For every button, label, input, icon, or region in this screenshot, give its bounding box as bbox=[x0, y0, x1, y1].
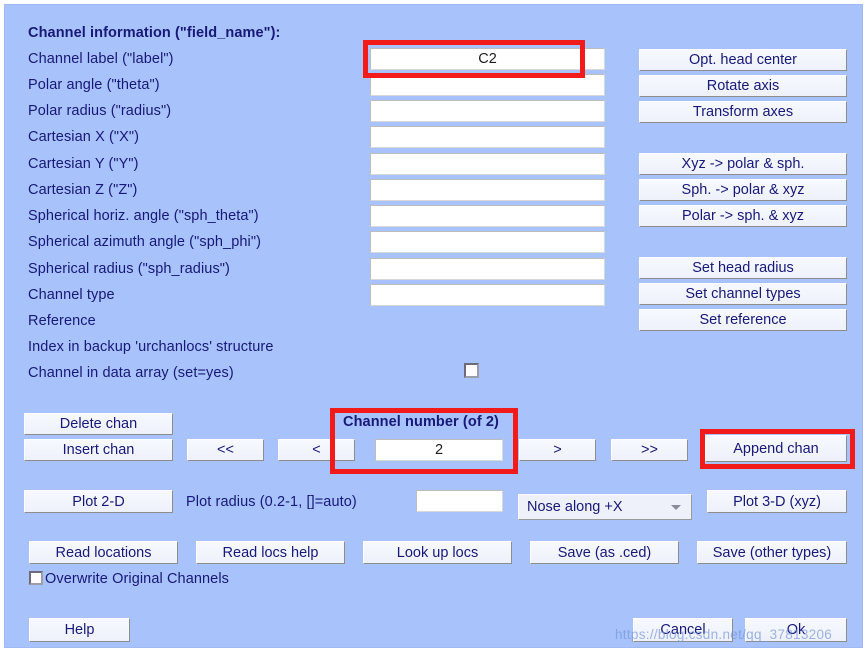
label-overwrite-original-channels: Overwrite Original Channels bbox=[45, 571, 230, 587]
channel-edit-dialog: Channel information ("field_name"): Chan… bbox=[4, 4, 863, 648]
input-channel-number[interactable]: 2 bbox=[375, 439, 503, 461]
input-sph-radius[interactable] bbox=[370, 258, 605, 280]
input-polar-angle[interactable] bbox=[370, 74, 605, 96]
button-help[interactable]: Help bbox=[29, 618, 130, 642]
label-cartesian-x: Cartesian X ("X") bbox=[28, 129, 140, 145]
input-cartesian-y[interactable] bbox=[370, 153, 605, 175]
input-channel-label[interactable]: C2 bbox=[370, 48, 605, 70]
label-sph-phi: Spherical azimuth angle ("sph_phi") bbox=[28, 234, 262, 250]
label-reference: Reference bbox=[28, 313, 96, 329]
watermark: https://blog.csdn.net/qq_37813206 bbox=[615, 627, 833, 642]
button-rotate-axis[interactable]: Rotate axis bbox=[639, 75, 847, 97]
checkbox-channel-in-data-array[interactable] bbox=[464, 363, 479, 378]
button-plot-3d[interactable]: Plot 3-D (xyz) bbox=[707, 490, 847, 513]
select-nose-direction-value: Nose along +X bbox=[527, 499, 623, 515]
button-first-chan[interactable]: << bbox=[187, 439, 264, 461]
button-polar-to-sph-xyz[interactable]: Polar -> sph. & xyz bbox=[639, 205, 847, 227]
input-cartesian-z[interactable] bbox=[370, 179, 605, 201]
button-set-head-radius[interactable]: Set head radius bbox=[639, 257, 847, 279]
input-sph-phi[interactable] bbox=[370, 231, 605, 253]
label-plot-radius: Plot radius (0.2-1, []=auto) bbox=[186, 494, 357, 510]
label-channel-in-data-array: Channel in data array (set=yes) bbox=[28, 365, 234, 381]
button-sph-to-polar-xyz[interactable]: Sph. -> polar & xyz bbox=[639, 179, 847, 201]
checkbox-overwrite-original-channels[interactable] bbox=[29, 571, 43, 585]
input-channel-type[interactable] bbox=[370, 284, 605, 306]
button-prev-chan[interactable]: < bbox=[278, 439, 355, 461]
button-read-locs-help[interactable]: Read locs help bbox=[196, 541, 345, 564]
label-channel-label: Channel label ("label") bbox=[28, 51, 174, 67]
input-polar-radius[interactable] bbox=[370, 100, 605, 122]
button-transform-axes[interactable]: Transform axes bbox=[639, 101, 847, 123]
input-plot-radius[interactable] bbox=[416, 490, 503, 512]
section-title: Channel information ("field_name"): bbox=[28, 25, 281, 41]
button-insert-chan[interactable]: Insert chan bbox=[24, 439, 173, 461]
button-set-reference[interactable]: Set reference bbox=[639, 309, 847, 331]
button-append-chan[interactable]: Append chan bbox=[705, 435, 847, 462]
button-opt-head-center[interactable]: Opt. head center bbox=[639, 49, 847, 71]
button-xyz-to-polar-sph[interactable]: Xyz -> polar & sph. bbox=[639, 153, 847, 175]
button-look-up-locs[interactable]: Look up locs bbox=[363, 541, 512, 564]
label-channel-type: Channel type bbox=[28, 287, 115, 303]
label-sph-radius: Spherical radius ("sph_radius") bbox=[28, 261, 230, 277]
button-read-locations[interactable]: Read locations bbox=[29, 541, 178, 564]
label-polar-angle: Polar angle ("theta") bbox=[28, 77, 160, 93]
button-plot-2d[interactable]: Plot 2-D bbox=[24, 490, 173, 513]
button-save-other-types[interactable]: Save (other types) bbox=[697, 541, 847, 564]
label-cartesian-z: Cartesian Z ("Z") bbox=[28, 182, 138, 198]
label-cartesian-y: Cartesian Y ("Y") bbox=[28, 156, 139, 172]
channel-number-caption: Channel number (of 2) bbox=[343, 414, 499, 430]
input-sph-theta[interactable] bbox=[370, 205, 605, 227]
button-save-ced[interactable]: Save (as .ced) bbox=[530, 541, 679, 564]
button-next-chan[interactable]: > bbox=[519, 439, 596, 461]
label-polar-radius: Polar radius ("radius") bbox=[28, 103, 172, 119]
button-last-chan[interactable]: >> bbox=[611, 439, 688, 461]
label-urchanlocs-index: Index in backup 'urchanlocs' structure bbox=[28, 339, 274, 355]
label-sph-theta: Spherical horiz. angle ("sph_theta") bbox=[28, 208, 259, 224]
input-cartesian-x[interactable] bbox=[370, 126, 605, 148]
button-set-channel-types[interactable]: Set channel types bbox=[639, 283, 847, 305]
select-nose-direction[interactable]: Nose along +X bbox=[518, 494, 692, 520]
chevron-down-icon bbox=[671, 505, 681, 510]
button-delete-chan[interactable]: Delete chan bbox=[24, 413, 173, 435]
